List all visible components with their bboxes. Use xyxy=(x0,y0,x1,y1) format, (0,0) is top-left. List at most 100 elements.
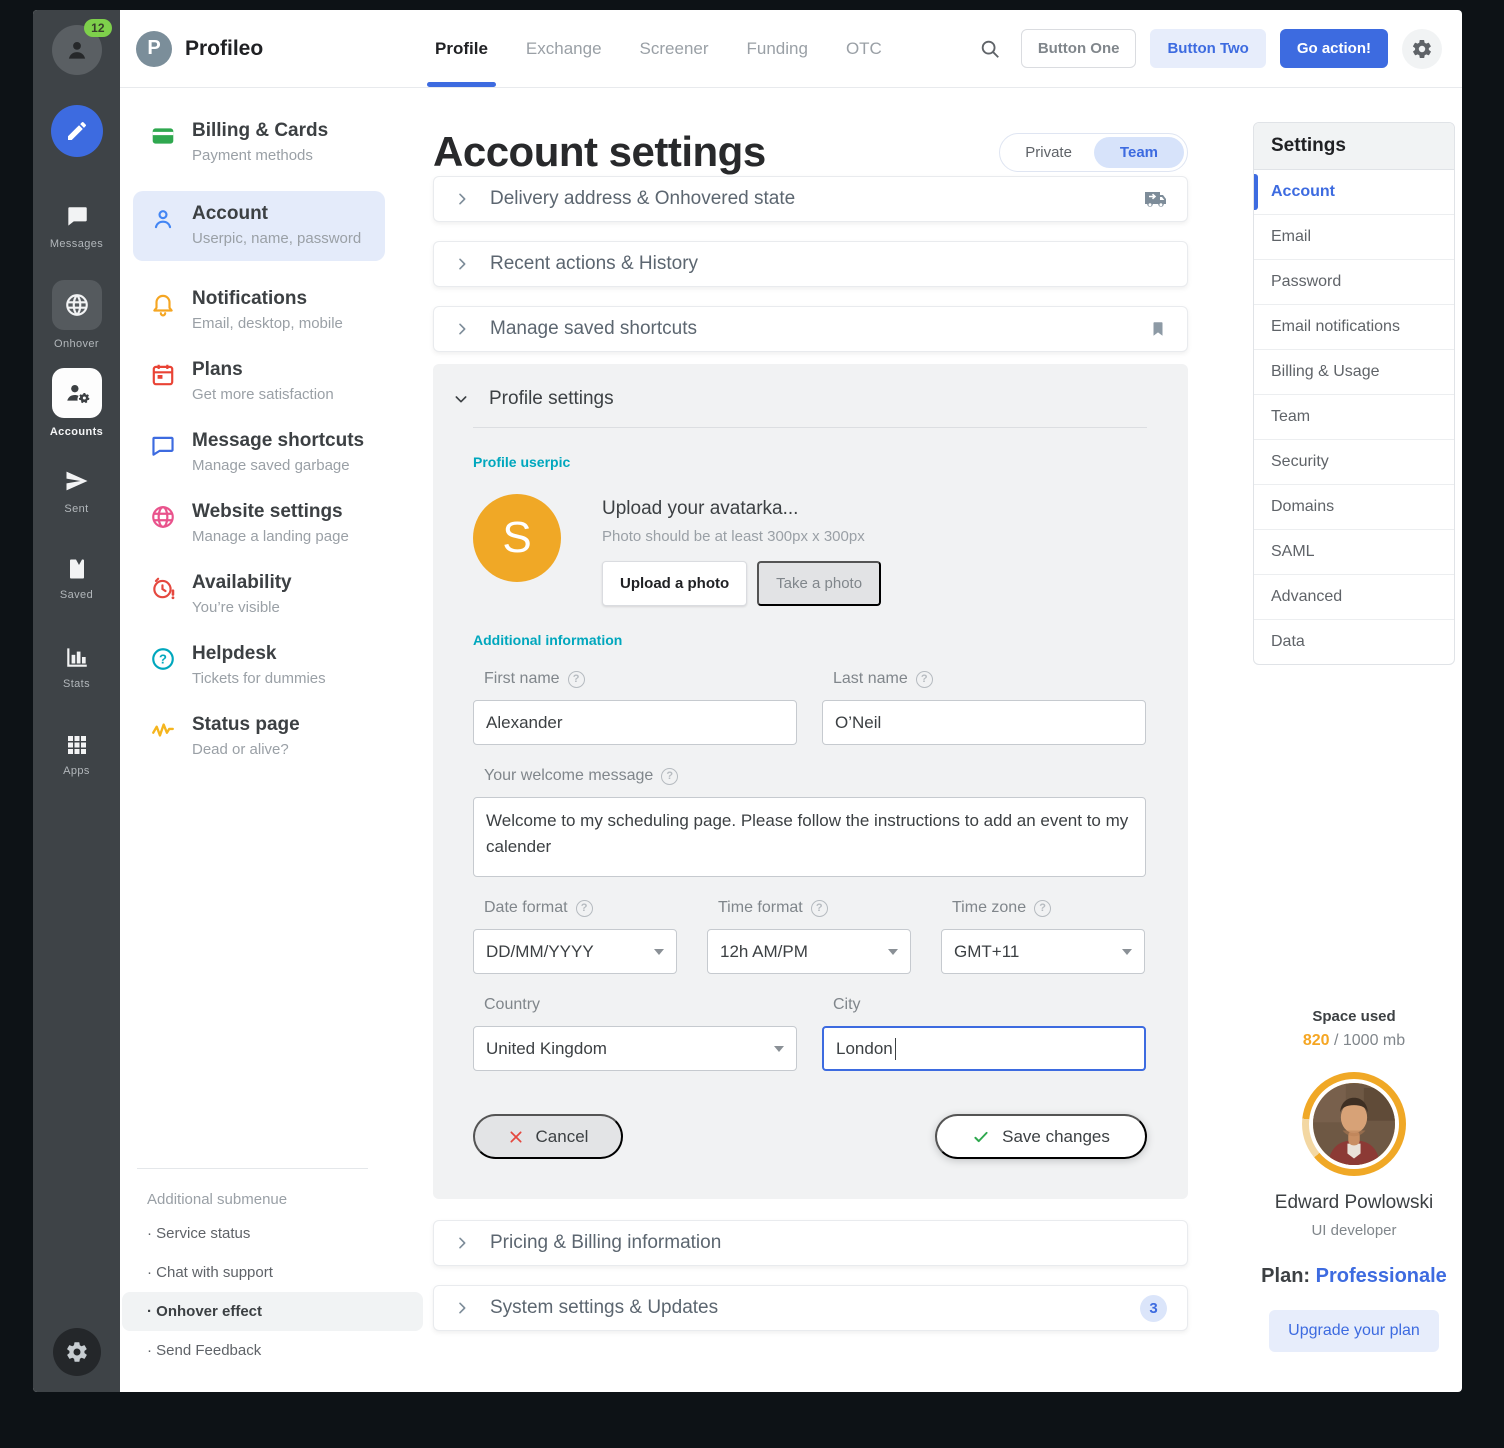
tab-profile[interactable]: Profile xyxy=(433,10,490,87)
upload-photo-button[interactable]: Upload a photo xyxy=(602,561,747,606)
upload-hint: Photo should be at least 300px x 300px xyxy=(602,528,881,545)
rail-item-stats[interactable]: Stats xyxy=(33,623,120,711)
sidebar-item-helpdesk[interactable]: ? Helpdesk Tickets for dummies xyxy=(120,643,433,687)
person-icon xyxy=(64,37,90,63)
settings-nav-saml[interactable]: SAML xyxy=(1254,530,1454,575)
globe-icon xyxy=(150,504,176,530)
calendar-icon xyxy=(150,362,176,388)
date-format-label: Date format ? xyxy=(473,899,677,917)
accordion-recent-actions[interactable]: Recent actions & History xyxy=(433,241,1188,287)
right-settings-panel: Settings Account Email Password Email no… xyxy=(1253,88,1455,1392)
sidebar-item-subtitle: Dead or alive? xyxy=(192,741,300,758)
settings-nav-password[interactable]: Password xyxy=(1254,260,1454,305)
settings-nav-email[interactable]: Email xyxy=(1254,215,1454,260)
last-name-label: Last name ? xyxy=(822,670,1146,688)
rail-item-onhover[interactable]: Onhover xyxy=(33,271,120,359)
pulse-icon xyxy=(150,717,176,743)
tab-otc[interactable]: OTC xyxy=(844,10,884,87)
space-used-label: Space used xyxy=(1253,1008,1455,1025)
toggle-private[interactable]: Private xyxy=(1003,137,1094,168)
header-settings-button[interactable] xyxy=(1402,29,1442,69)
user-avatar[interactable]: 12 xyxy=(52,25,102,75)
additional-submenu: Additional submenue · Service status · C… xyxy=(120,1168,433,1370)
sidebar-item-account[interactable]: Account Userpic, name, password xyxy=(133,191,385,261)
accordion-pricing-billing[interactable]: Pricing & Billing information xyxy=(433,1220,1188,1266)
globe-icon xyxy=(52,280,102,330)
sidebar-item-message-shortcuts[interactable]: Message shortcuts Manage saved garbage xyxy=(120,430,433,474)
time-format-select[interactable]: 12h AM/PM xyxy=(707,929,911,974)
city-input[interactable]: London xyxy=(822,1026,1146,1071)
rail-item-messages[interactable]: Messages xyxy=(33,183,120,271)
button-two[interactable]: Button Two xyxy=(1150,29,1265,68)
time-zone-select[interactable]: GMT+11 xyxy=(941,929,1145,974)
help-icon: ? xyxy=(1034,900,1051,917)
sidebar-item-availability[interactable]: Availability You’re visible xyxy=(120,572,433,616)
sidebar-item-title: Billing & Cards xyxy=(192,120,328,142)
accordion-saved-shortcuts[interactable]: Manage saved shortcuts xyxy=(433,306,1188,352)
submenu-item-send-feedback[interactable]: · Send Feedback xyxy=(120,1331,433,1370)
date-format-select[interactable]: DD/MM/YYYY xyxy=(473,929,677,974)
text-cursor xyxy=(895,1038,897,1060)
rail-settings-button[interactable] xyxy=(53,1328,101,1376)
settings-nav-billing-usage[interactable]: Billing & Usage xyxy=(1254,350,1454,395)
tab-funding[interactable]: Funding xyxy=(745,10,810,87)
rail-item-sent[interactable]: Sent xyxy=(33,447,120,535)
rail-label: Apps xyxy=(63,765,90,777)
toggle-team[interactable]: Team xyxy=(1094,137,1184,168)
plan-name-link[interactable]: Professionale xyxy=(1316,1265,1447,1287)
help-icon: ? xyxy=(916,671,933,688)
sidebar-item-website-settings[interactable]: Website settings Manage a landing page xyxy=(120,501,433,545)
chat-bubble-icon xyxy=(150,433,176,459)
sidebar-item-subtitle: Manage saved garbage xyxy=(192,457,364,474)
app-window: 12 Messages Onhover xyxy=(33,10,1462,1392)
accordion-title: Recent actions & History xyxy=(490,253,698,275)
accordion-system-settings[interactable]: System settings & Updates 3 xyxy=(433,1285,1188,1331)
brand[interactable]: P Profileo xyxy=(136,31,433,67)
settings-nav-email-notifications[interactable]: Email notifications xyxy=(1254,305,1454,350)
userpic-avatar[interactable]: S xyxy=(473,494,561,582)
tab-screener[interactable]: Screener xyxy=(638,10,711,87)
settings-nav-advanced[interactable]: Advanced xyxy=(1254,575,1454,620)
alarm-clock-icon xyxy=(150,575,176,601)
time-format-label: Time format ? xyxy=(707,899,911,917)
sidebar-item-subtitle: Manage a landing page xyxy=(192,528,349,545)
rail-label: Onhover xyxy=(54,338,99,350)
accordion-delivery-address[interactable]: Delivery address & Onhovered state xyxy=(433,176,1188,222)
take-photo-button[interactable]: Take a photo xyxy=(757,561,881,606)
sidebar-item-notifications[interactable]: Notifications Email, desktop, mobile xyxy=(120,288,433,332)
rail-item-accounts[interactable]: Accounts xyxy=(33,359,120,447)
cancel-button[interactable]: Cancel xyxy=(473,1114,623,1159)
compose-button[interactable] xyxy=(51,105,103,157)
sidebar-item-billing-cards[interactable]: Billing & Cards Payment methods xyxy=(120,120,433,164)
search-icon[interactable] xyxy=(979,38,1001,60)
upgrade-plan-button[interactable]: Upgrade your plan xyxy=(1269,1310,1439,1352)
caret-down-icon xyxy=(654,949,664,955)
brand-logo: P xyxy=(136,31,172,67)
tab-exchange[interactable]: Exchange xyxy=(524,10,604,87)
rail-item-apps[interactable]: Apps xyxy=(33,711,120,799)
country-select[interactable]: United Kingdom xyxy=(473,1026,797,1071)
sidebar-item-title: Status page xyxy=(192,714,300,736)
first-name-input[interactable]: Alexander xyxy=(473,700,797,745)
pencil-icon xyxy=(65,119,89,143)
submenu-item-chat-support[interactable]: · Chat with support xyxy=(120,1253,433,1292)
welcome-message-textarea[interactable]: Welcome to my scheduling page. Please fo… xyxy=(473,797,1146,877)
sidebar-item-title: Notifications xyxy=(192,288,343,310)
sidebar-item-status-page[interactable]: Status page Dead or alive? xyxy=(120,714,433,758)
accordion-profile-settings[interactable]: Profile settings xyxy=(453,388,1147,410)
settings-nav-data[interactable]: Data xyxy=(1254,620,1454,664)
divider xyxy=(137,1168,368,1169)
button-one[interactable]: Button One xyxy=(1021,29,1137,68)
submenu-item-onhover-effect[interactable]: · Onhover effect xyxy=(122,1292,423,1331)
settings-nav-domains[interactable]: Domains xyxy=(1254,485,1454,530)
save-changes-button[interactable]: Save changes xyxy=(935,1114,1147,1159)
submenu-item-service-status[interactable]: · Service status xyxy=(120,1214,433,1253)
last-name-input[interactable]: O’Neil xyxy=(822,700,1146,745)
sidebar-item-plans[interactable]: Plans Get more satisfaction xyxy=(120,359,433,403)
go-action-button[interactable]: Go action! xyxy=(1280,29,1388,68)
rail-item-saved[interactable]: Saved xyxy=(33,535,120,623)
settings-nav-team[interactable]: Team xyxy=(1254,395,1454,440)
settings-nav-security[interactable]: Security xyxy=(1254,440,1454,485)
bar-chart-icon xyxy=(64,644,90,670)
settings-nav-account[interactable]: Account xyxy=(1254,170,1454,215)
